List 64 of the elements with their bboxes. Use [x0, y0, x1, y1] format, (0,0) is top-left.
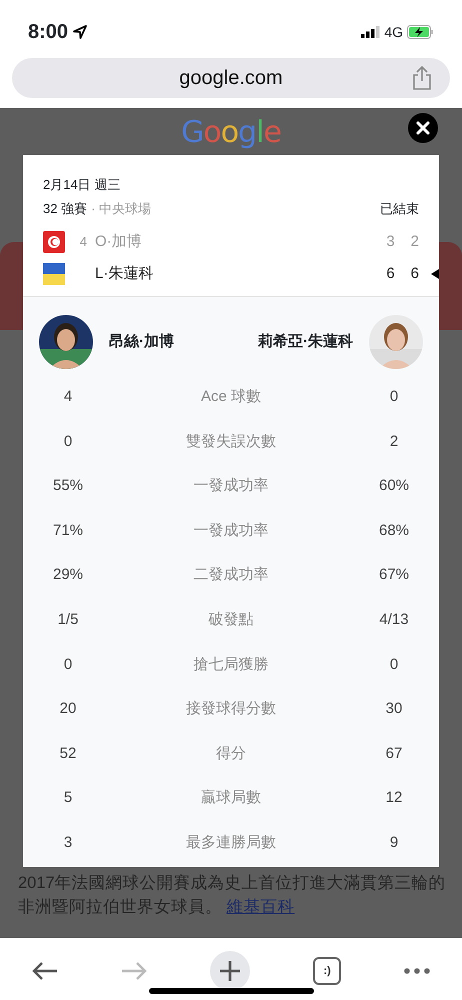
seed-number: 4 — [78, 233, 88, 252]
stat-label: 得分 — [215, 744, 247, 764]
stat-label: 破發點 — [208, 610, 254, 630]
address-bar[interactable]: google.com — [12, 58, 450, 98]
stat-value: 52 — [58, 744, 78, 764]
stat-value: 4/13 — [378, 610, 410, 630]
tabs-button[interactable]: :) — [313, 957, 342, 985]
signal-icon — [361, 26, 380, 38]
flag-icon — [43, 231, 65, 253]
stat-value: 1/5 — [56, 610, 80, 630]
stat-value: 0 — [388, 654, 400, 675]
stat-label: 雙發失誤次數 — [185, 432, 277, 452]
stat-value: 30 — [384, 699, 404, 720]
stat-value: 67 — [384, 744, 404, 764]
stat-value: 71% — [52, 520, 84, 541]
stat-label: 二發成功率 — [192, 565, 270, 586]
close-button[interactable] — [408, 113, 438, 143]
round-label: 32 強賽 — [43, 200, 88, 218]
stat-value: 9 — [388, 832, 400, 853]
set-score: 3 — [386, 232, 395, 252]
stat-label: 贏球局數 — [200, 788, 262, 808]
match-date: 2月14日 週三 — [43, 176, 122, 194]
player-full-name: 莉希亞·朱蓮科 — [258, 332, 353, 352]
stat-label: Ace 球數 — [200, 387, 262, 408]
stat-value: 60% — [378, 476, 410, 496]
network-label: 4G — [384, 22, 403, 42]
stat-value: 12 — [384, 788, 404, 808]
back-arrow-icon — [32, 960, 58, 981]
google-logo: Google — [181, 118, 281, 148]
stat-label: 最多連勝局數 — [185, 832, 277, 853]
stat-value: 0 — [62, 654, 74, 675]
set-score: 6 — [410, 264, 419, 284]
location-arrow-icon — [72, 24, 88, 40]
plus-icon — [218, 960, 241, 982]
player-name: O·加博 — [95, 232, 142, 252]
set-score: 2 — [410, 232, 419, 252]
flag-icon — [43, 263, 65, 285]
new-tab-button[interactable] — [210, 951, 250, 991]
stat-value: 55% — [52, 476, 84, 496]
match-status: 已結束 — [380, 200, 419, 218]
share-icon[interactable] — [412, 66, 432, 90]
stat-value: 67% — [378, 565, 410, 586]
battery-icon — [407, 25, 434, 39]
stat-value: 5 — [62, 788, 74, 808]
court-label: · 中央球場 — [91, 200, 152, 218]
stat-value: 0 — [62, 432, 74, 452]
more-icon[interactable] — [404, 968, 430, 974]
stat-label: 一發成功率 — [192, 520, 270, 541]
player-full-name: 昂絲·加博 — [109, 332, 174, 352]
stat-value: 3 — [62, 832, 74, 853]
stat-label: 接發球得分數 — [185, 699, 277, 720]
stat-value: 0 — [388, 387, 400, 408]
forward-arrow-icon — [120, 960, 147, 981]
stat-value: 4 — [62, 387, 74, 408]
stat-label: 搶七局獲勝 — [192, 654, 270, 675]
clock-time: 8:00 — [28, 20, 68, 45]
stat-value: 2 — [388, 432, 400, 452]
set-score: 6 — [386, 264, 395, 284]
stat-label: 一發成功率 — [192, 476, 270, 496]
stat-value: 20 — [58, 699, 78, 720]
close-icon — [416, 121, 430, 135]
player-name: L·朱蓮科 — [95, 264, 154, 284]
stat-value: 68% — [378, 520, 410, 541]
stat-value: 29% — [52, 565, 84, 586]
